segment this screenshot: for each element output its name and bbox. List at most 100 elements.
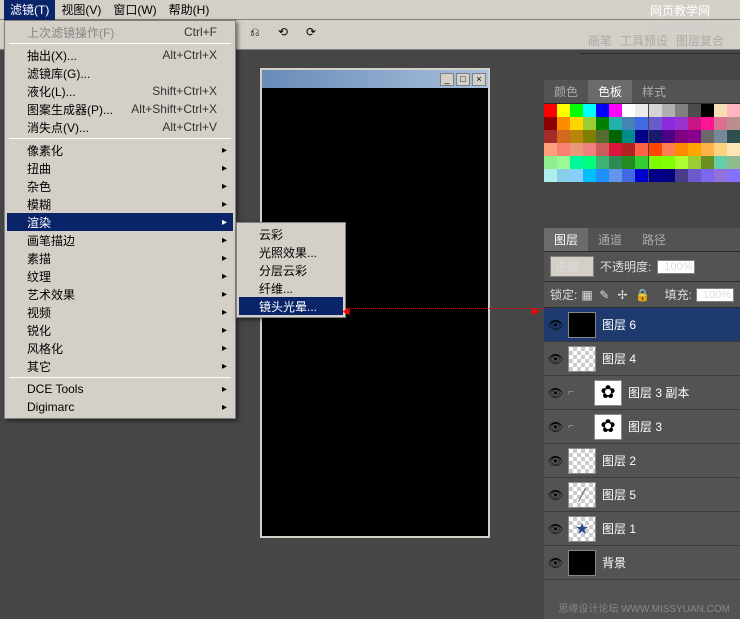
layer-row[interactable]: 👁 背景 (544, 546, 740, 580)
layer-row[interactable]: 👁 ★ 图层 1 (544, 512, 740, 546)
layer-name[interactable]: 图层 4 (602, 350, 636, 367)
swatch[interactable] (557, 169, 570, 182)
submenu-item[interactable]: 纤维... (239, 279, 343, 297)
swatch[interactable] (714, 130, 727, 143)
submenu-item[interactable]: 云彩 (239, 225, 343, 243)
swatch[interactable] (688, 156, 701, 169)
swatch[interactable] (635, 156, 648, 169)
swatch[interactable] (609, 117, 622, 130)
swatch[interactable] (635, 117, 648, 130)
layer-row[interactable]: 👁 图层 4 (544, 342, 740, 376)
menu-item[interactable]: 锐化▸ (7, 321, 233, 339)
menu-item[interactable]: 图案生成器(P)...Alt+Shift+Ctrl+X (7, 100, 233, 118)
swatch[interactable] (662, 156, 675, 169)
menu-item[interactable]: 风格化▸ (7, 339, 233, 357)
swatch[interactable] (622, 143, 635, 156)
swatch[interactable] (622, 169, 635, 182)
tool-icon[interactable]: ⟲ (278, 25, 298, 45)
swatch[interactable] (583, 169, 596, 182)
submenu-item[interactable]: 镜头光晕... (239, 297, 343, 315)
swatch[interactable] (649, 143, 662, 156)
swatch[interactable] (570, 156, 583, 169)
lock-pixels-icon[interactable]: ✎ (599, 288, 613, 302)
menu-window[interactable]: 窗口(W) (107, 0, 162, 20)
submenu-item[interactable]: 分层云彩 (239, 261, 343, 279)
swatch[interactable] (714, 156, 727, 169)
layer-name[interactable]: 图层 2 (602, 452, 636, 469)
tab-layer-comps[interactable]: 图层复合 (676, 32, 724, 49)
swatch[interactable] (609, 104, 622, 117)
swatch[interactable] (662, 143, 675, 156)
swatch[interactable] (635, 143, 648, 156)
swatch[interactable] (583, 104, 596, 117)
lock-all-icon[interactable]: 🔒 (635, 288, 649, 302)
menu-item[interactable]: Digimarc▸ (7, 398, 233, 416)
visibility-icon[interactable]: 👁 (548, 488, 562, 502)
swatch[interactable] (609, 169, 622, 182)
layer-thumbnail[interactable]: ✿ (594, 414, 622, 440)
swatch[interactable] (675, 104, 688, 117)
visibility-icon[interactable]: 👁 (548, 522, 562, 536)
swatch[interactable] (649, 156, 662, 169)
swatch[interactable] (635, 130, 648, 143)
swatch[interactable] (596, 143, 609, 156)
swatch[interactable] (570, 104, 583, 117)
menu-item[interactable]: 纹理▸ (7, 267, 233, 285)
menu-item[interactable]: 渲染▸ (7, 213, 233, 231)
tool-icon[interactable]: ⎌ (250, 25, 270, 45)
tab-swatches[interactable]: 色板 (588, 80, 632, 103)
layer-thumbnail[interactable] (568, 312, 596, 338)
swatch[interactable] (688, 143, 701, 156)
lock-position-icon[interactable]: ✢ (617, 288, 631, 302)
menu-item[interactable]: 液化(L)...Shift+Ctrl+X (7, 82, 233, 100)
swatch[interactable] (557, 156, 570, 169)
swatch[interactable] (662, 130, 675, 143)
layer-row[interactable]: 👁 图层 2 (544, 444, 740, 478)
swatch[interactable] (649, 169, 662, 182)
visibility-icon[interactable]: 👁 (548, 352, 562, 366)
maximize-button[interactable]: □ (456, 73, 470, 86)
swatch[interactable] (570, 130, 583, 143)
swatch[interactable] (662, 104, 675, 117)
swatch[interactable] (622, 130, 635, 143)
tab-channels[interactable]: 通道 (588, 228, 632, 251)
menu-last-filter[interactable]: 上次滤镜操作(F) Ctrl+F (7, 23, 233, 41)
menu-item[interactable]: 抽出(X)...Alt+Ctrl+X (7, 46, 233, 64)
layer-thumbnail[interactable]: ╱ (568, 482, 596, 508)
swatch[interactable] (727, 130, 740, 143)
visibility-icon[interactable]: 👁 (548, 454, 562, 468)
visibility-icon[interactable]: 👁 (548, 318, 562, 332)
swatch[interactable] (714, 117, 727, 130)
swatch[interactable] (688, 117, 701, 130)
swatch[interactable] (675, 117, 688, 130)
menu-item[interactable]: DCE Tools▸ (7, 380, 233, 398)
tab-tool-presets[interactable]: 工具预设 (620, 32, 668, 49)
swatch[interactable] (596, 130, 609, 143)
menu-view[interactable]: 视图(V) (55, 0, 107, 20)
swatch[interactable] (557, 130, 570, 143)
swatch[interactable] (649, 117, 662, 130)
menu-item[interactable]: 素描▸ (7, 249, 233, 267)
swatch[interactable] (609, 143, 622, 156)
visibility-icon[interactable]: 👁 (548, 556, 562, 570)
layer-row[interactable]: 👁 ⌐ ✿ 图层 3 (544, 410, 740, 444)
swatch[interactable] (583, 117, 596, 130)
visibility-icon[interactable]: 👁 (548, 386, 562, 400)
submenu-item[interactable]: 光照效果... (239, 243, 343, 261)
swatch[interactable] (544, 117, 557, 130)
menu-item[interactable]: 杂色▸ (7, 177, 233, 195)
swatch[interactable] (635, 104, 648, 117)
menu-item[interactable]: 滤镜库(G)... (7, 64, 233, 82)
swatch[interactable] (622, 156, 635, 169)
layer-name[interactable]: 背景 (602, 554, 626, 571)
visibility-icon[interactable]: 👁 (548, 420, 562, 434)
swatch[interactable] (688, 130, 701, 143)
layer-thumbnail[interactable]: ★ (568, 516, 596, 542)
swatch[interactable] (714, 104, 727, 117)
layer-row[interactable]: 👁 ╱ 图层 5 (544, 478, 740, 512)
swatch[interactable] (622, 104, 635, 117)
swatch[interactable] (688, 104, 701, 117)
swatch[interactable] (544, 143, 557, 156)
swatch[interactable] (557, 117, 570, 130)
swatch[interactable] (570, 169, 583, 182)
